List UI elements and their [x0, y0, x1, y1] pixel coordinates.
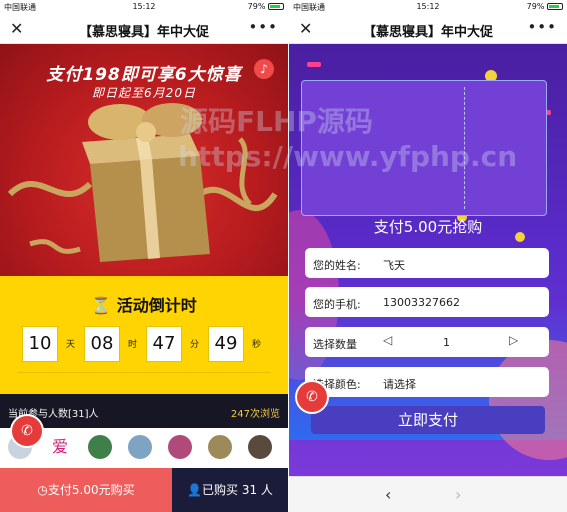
- right-phone-screen: 中国联通 15:12 79% ✕ 【慕思寝具】年中大促 ••• 支付5.00元抢…: [289, 0, 567, 512]
- color-select[interactable]: 选择颜色: 请选择: [305, 367, 549, 397]
- screenshot-stage: 中国联通 15:12 79% ✕ 【慕思寝具】年中大促 ••• 支付198即可享…: [0, 0, 567, 512]
- participation-stats: 当前参与人数[31]人 247次浏览: [0, 394, 288, 428]
- avatar[interactable]: [128, 435, 152, 459]
- coupon-price: 支付5.00元抢购: [373, 218, 483, 236]
- bought-count-button[interactable]: 👤已购买 31 人: [172, 468, 288, 512]
- hourglass-icon: ⏳: [91, 296, 112, 315]
- countdown-days-unit: 天: [66, 340, 76, 350]
- battery-percent: 79%: [247, 2, 266, 11]
- avatar[interactable]: [168, 435, 192, 459]
- quantity-value[interactable]: 1: [443, 336, 450, 349]
- battery-icon: [268, 3, 284, 10]
- more-icon[interactable]: •••: [248, 18, 278, 36]
- clock: 15:12: [132, 2, 156, 11]
- quantity-label: 选择数量: [313, 338, 357, 351]
- countdown-hours: 08: [84, 326, 120, 362]
- nav-bar: ✕ 【慕思寝具】年中大促 •••: [0, 14, 288, 44]
- countdown-seconds: 49: [208, 326, 244, 362]
- phone-call-icon[interactable]: ✆: [12, 416, 42, 446]
- battery-percent: 79%: [526, 2, 545, 11]
- battery-icon: [547, 3, 563, 10]
- countdown-days: 10: [22, 326, 58, 362]
- clock-icon: ◷: [37, 483, 48, 497]
- confetti-strip: [307, 62, 321, 67]
- pay-button[interactable]: ◷支付5.00元购买: [0, 468, 172, 512]
- phone-value[interactable]: 13003327662: [383, 296, 460, 309]
- avatar[interactable]: [208, 435, 232, 459]
- countdown-title-text: 活动倒计时: [116, 296, 197, 315]
- countdown-minutes-unit: 分: [190, 340, 200, 350]
- pay-button-label: 支付5.00元购买: [47, 483, 135, 497]
- coupon-ticket: [301, 80, 547, 216]
- battery-indicator: 79%: [527, 2, 563, 11]
- avatar[interactable]: [88, 435, 112, 459]
- submit-pay-button[interactable]: 立即支付: [311, 406, 545, 434]
- decrement-icon[interactable]: ◁: [383, 333, 392, 347]
- status-bar: 中国联通 15:12 79%: [289, 0, 567, 14]
- nav-bar: ✕ 【慕思寝具】年中大促 •••: [289, 14, 567, 44]
- clock: 15:12: [416, 2, 440, 11]
- countdown-minutes: 47: [146, 326, 182, 362]
- name-label: 您的姓名:: [313, 259, 361, 272]
- page-title: 【慕思寝具】年中大促: [362, 25, 493, 40]
- color-placeholder: 请选择: [383, 378, 416, 391]
- bottom-action-bar: ◷支付5.00元购买 👤已购买 31 人: [0, 468, 288, 512]
- avatar[interactable]: 爱: [48, 435, 72, 459]
- participant-avatars: 爱: [0, 428, 288, 468]
- back-arrow-icon[interactable]: ‹: [385, 485, 391, 504]
- more-icon[interactable]: •••: [527, 18, 557, 36]
- battery-indicator: 79%: [248, 2, 284, 11]
- name-field[interactable]: 您的姓名: 飞天: [305, 248, 549, 278]
- promo-hero-banner: 支付198即可享6大惊喜 即日起至6月20日 ♪: [0, 44, 288, 276]
- page-title: 【慕思寝具】年中大促: [78, 25, 209, 40]
- bought-count-label: 已购买 31 人: [202, 483, 273, 497]
- quantity-stepper: 选择数量 ◁ 1 ▷: [305, 327, 549, 357]
- phone-call-icon[interactable]: ✆: [297, 382, 327, 412]
- countdown-divider: [18, 372, 270, 373]
- user-icon: 👤: [187, 483, 203, 497]
- countdown-title: ⏳ 活动倒计时: [0, 292, 288, 316]
- increment-icon[interactable]: ▷: [509, 333, 518, 347]
- forward-arrow-icon[interactable]: ›: [455, 485, 461, 504]
- browser-toolbar: ‹ ›: [289, 476, 567, 512]
- countdown-seconds-unit: 秒: [252, 340, 262, 350]
- coupon-tear-line: [464, 87, 465, 209]
- view-count: 247次浏览: [230, 409, 280, 420]
- left-phone-screen: 中国联通 15:12 79% ✕ 【慕思寝具】年中大促 ••• 支付198即可享…: [0, 0, 288, 512]
- name-value[interactable]: 飞天: [383, 257, 405, 273]
- status-bar: 中国联通 15:12 79%: [0, 0, 288, 14]
- phone-label: 您的手机:: [313, 298, 361, 311]
- gift-box-illustration: [7, 103, 278, 262]
- avatar[interactable]: [248, 435, 272, 459]
- countdown-hours-unit: 时: [128, 340, 138, 350]
- phone-field[interactable]: 您的手机: 13003327662: [305, 287, 549, 317]
- countdown-panel: ⏳ 活动倒计时 10 天 08 时 47 分 49 秒: [0, 276, 288, 394]
